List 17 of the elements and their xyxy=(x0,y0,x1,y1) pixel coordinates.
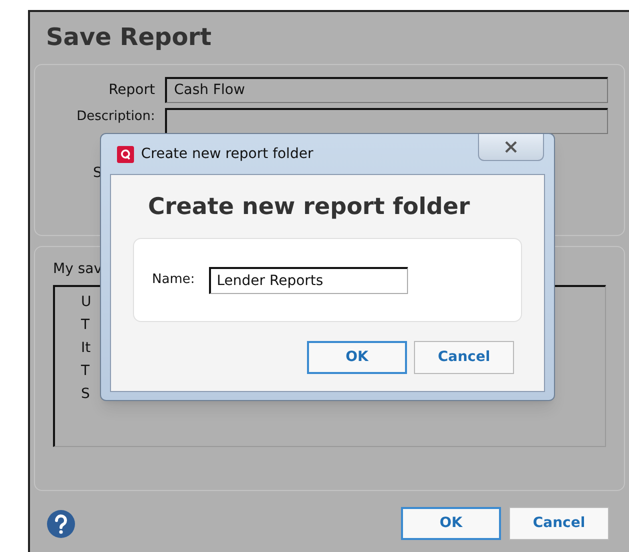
report-label: Report xyxy=(108,80,155,100)
modal-heading: Create new report folder xyxy=(148,193,471,222)
ok-button[interactable]: OK xyxy=(307,341,407,374)
saved-label: My sav xyxy=(53,261,103,277)
description-label: Description: xyxy=(76,108,155,126)
ok-button[interactable]: OK xyxy=(401,507,501,540)
cancel-button[interactable]: Cancel xyxy=(509,507,609,540)
modal-title: Create new report folder xyxy=(141,144,314,164)
close-button[interactable] xyxy=(478,134,544,161)
window-title: Save Report xyxy=(46,22,212,52)
app-logo-icon xyxy=(117,146,134,162)
name-field[interactable]: Lender Reports xyxy=(208,266,408,294)
help-icon[interactable] xyxy=(46,508,76,538)
report-field[interactable]: Cash Flow xyxy=(165,77,608,103)
cancel-button[interactable]: Cancel xyxy=(414,341,514,374)
name-label: Name: xyxy=(152,271,195,290)
close-icon xyxy=(504,141,518,153)
